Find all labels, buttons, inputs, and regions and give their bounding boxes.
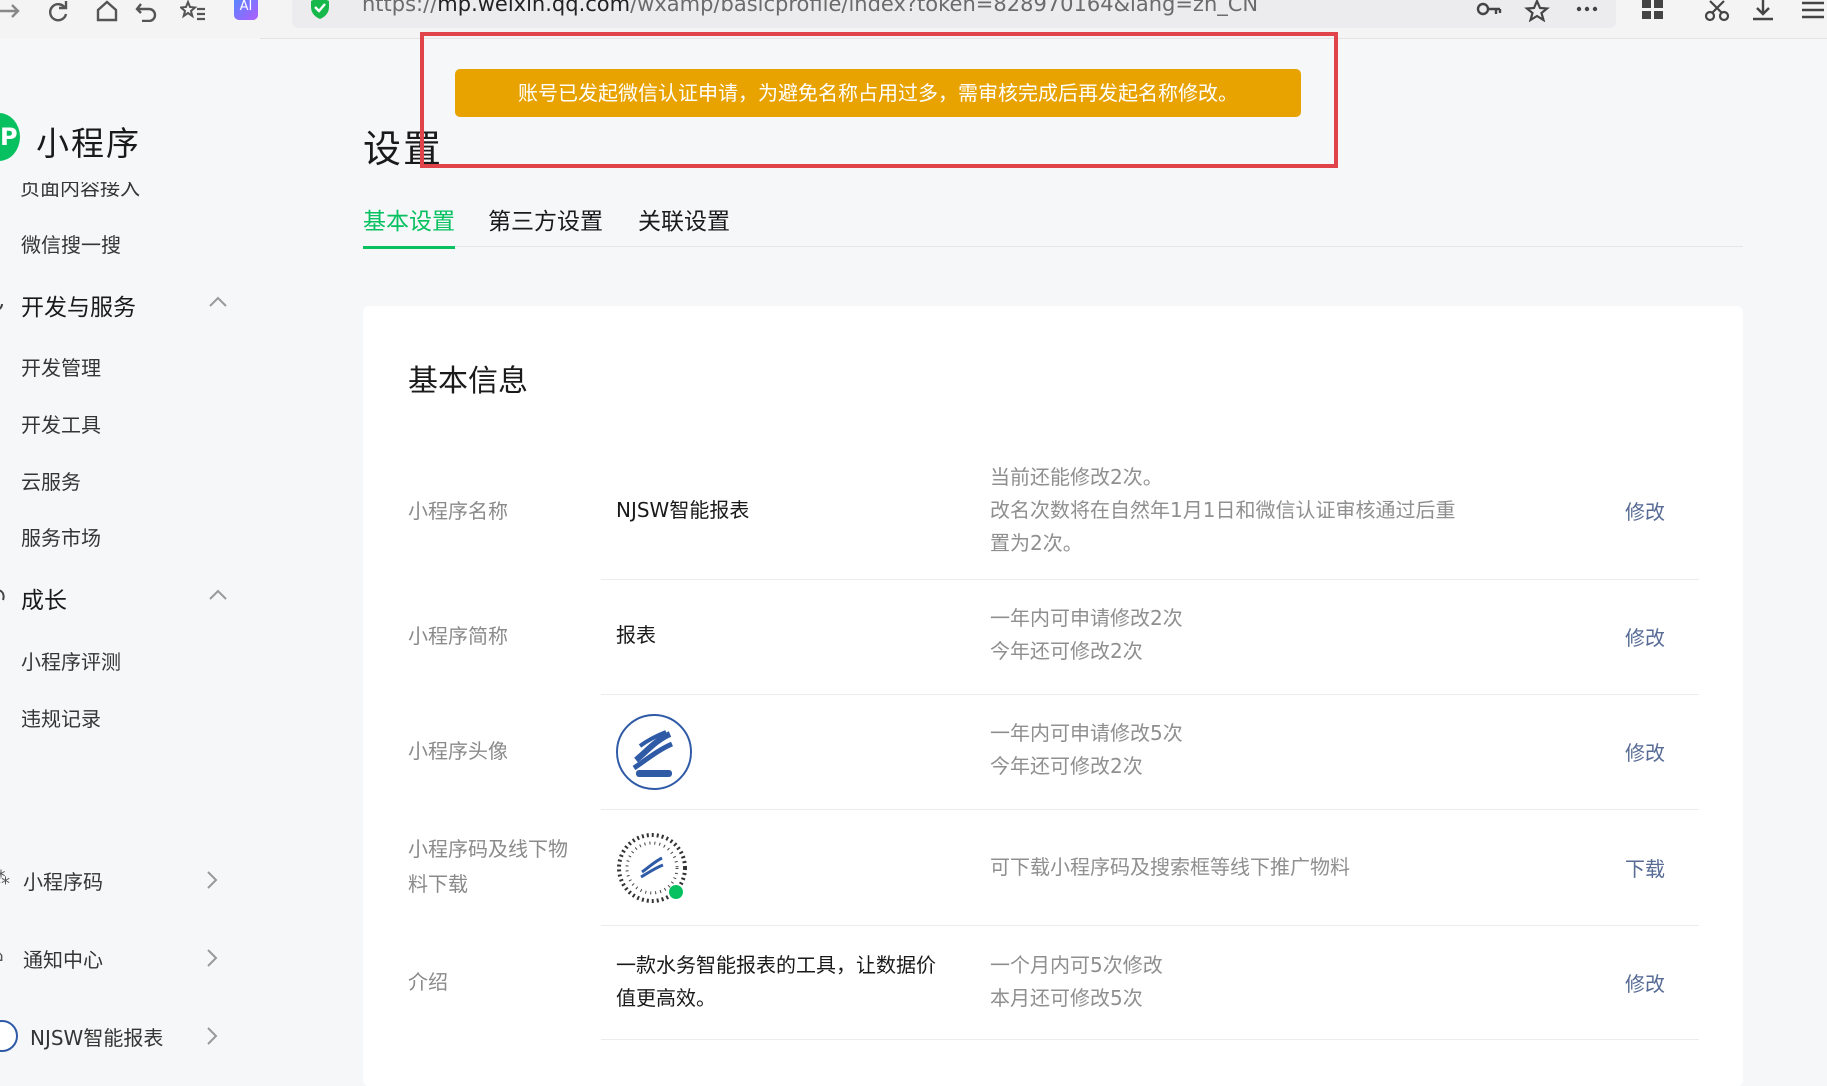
tab-third-party-settings[interactable]: 第三方设置 xyxy=(488,202,603,246)
chevron-right-icon[interactable] xyxy=(201,947,223,969)
row-value-intro: 一款水务智能报表的工具，让数据价 值更高效。 xyxy=(616,949,936,1015)
desc-line: 今年还可修改2次 xyxy=(990,639,1143,663)
apps-grid-icon[interactable] xyxy=(1640,0,1666,22)
chevron-right-icon[interactable] xyxy=(201,869,223,891)
modify-intro-link[interactable]: 修改 xyxy=(1625,968,1665,997)
desc-line: 今年还可修改2次 xyxy=(990,754,1143,778)
row-desc-name: 当前还能修改2次。 改名次数将在自然年1月1日和微信认证审核通过后重 置为2次。 xyxy=(990,461,1500,560)
sidebar-group-dev-service[interactable]: 开发与服务 xyxy=(21,288,136,322)
row-divider xyxy=(601,694,1699,695)
desc-line: 本月还可修改5次 xyxy=(990,986,1143,1010)
undo-icon[interactable] xyxy=(134,0,160,23)
value-line: 一款水务智能报表的工具，让数据价 xyxy=(616,953,936,977)
label-line: 小程序码及线下物 xyxy=(408,837,568,861)
row-label-avatar: 小程序头像 xyxy=(408,739,508,763)
row-desc-short-name: 一年内可申请修改2次 今年还可修改2次 xyxy=(990,602,1500,668)
growth-icon xyxy=(0,586,8,606)
sidebar-group-growth[interactable]: 成长 xyxy=(21,581,67,615)
row-divider xyxy=(601,579,1699,580)
desc-line: 可下载小程序码及搜索框等线下推广物料 xyxy=(990,855,1350,879)
annotation-highlight-box xyxy=(420,32,1338,168)
row-label-short-name: 小程序简称 xyxy=(408,624,508,648)
row-desc-avatar: 一年内可申请修改5次 今年还可修改2次 xyxy=(990,717,1500,783)
brand-name: 小程序 xyxy=(36,124,141,163)
chevron-right-icon[interactable] xyxy=(201,1025,223,1047)
desc-line: 置为2次。 xyxy=(990,531,1083,555)
sidebar-item-qrcode[interactable]: 小程序码 xyxy=(23,866,103,895)
modify-short-name-link[interactable]: 修改 xyxy=(1625,622,1665,651)
row-value-name: NJSW智能报表 xyxy=(616,498,750,522)
sidebar-item-dev-tools[interactable]: 开发工具 xyxy=(21,409,101,438)
desc-line: 一个月内可5次修改 xyxy=(990,953,1163,977)
secure-shield-icon xyxy=(308,0,332,20)
bell-icon: ⌂ xyxy=(0,945,3,966)
password-key-icon[interactable] xyxy=(1476,0,1502,22)
desc-line: 一年内可申请修改5次 xyxy=(990,721,1183,745)
miniprogram-qrcode-image xyxy=(616,832,688,904)
menu-icon[interactable] xyxy=(1800,0,1826,22)
row-desc-qrcode: 可下载小程序码及搜索框等线下推广物料 xyxy=(990,851,1500,884)
chevron-up-icon[interactable] xyxy=(207,585,229,607)
row-divider xyxy=(601,925,1699,926)
ai-assistant-icon[interactable]: AI xyxy=(234,0,258,20)
sidebar-account-name[interactable]: NJSW智能报表 xyxy=(30,1022,163,1051)
sidebar-item-notifications[interactable]: 通知中心 xyxy=(23,944,103,973)
row-label-qrcode: 小程序码及线下物 料下载 xyxy=(408,832,568,902)
sidebar-item-wechat-search[interactable]: 微信搜一搜 xyxy=(21,229,121,258)
sidebar-item-evaluation[interactable]: 小程序评测 xyxy=(21,646,121,675)
row-divider xyxy=(601,809,1699,810)
download-icon[interactable] xyxy=(1750,0,1776,22)
home-icon[interactable] xyxy=(94,0,120,22)
tab-linked-settings[interactable]: 关联设置 xyxy=(638,202,730,246)
row-divider xyxy=(601,1039,1699,1040)
settings-tabs: 基本设置 第三方设置 关联设置 xyxy=(363,202,1743,249)
more-options-icon[interactable] xyxy=(1574,0,1600,22)
chevron-up-icon[interactable] xyxy=(207,292,229,314)
basic-info-card: 基本信息 小程序名称 NJSW智能报表 当前还能修改2次。 改名次数将在自然年1… xyxy=(363,306,1743,1086)
row-value-short-name: 报表 xyxy=(616,623,656,647)
sidebar-item-violations[interactable]: 违规记录 xyxy=(21,703,101,732)
row-label-intro: 介绍 xyxy=(408,970,448,994)
modify-name-link[interactable]: 修改 xyxy=(1625,496,1665,525)
dev-service-icon xyxy=(0,294,8,314)
sidebar-item-service-market[interactable]: 服务市场 xyxy=(21,522,101,551)
desc-line: 当前还能修改2次。 xyxy=(990,465,1163,489)
sidebar-item-dev-manage[interactable]: 开发管理 xyxy=(21,352,101,381)
value-line: 值更高效。 xyxy=(616,986,716,1010)
modify-avatar-link[interactable]: 修改 xyxy=(1625,737,1665,766)
qrcode-icon: ⁂ xyxy=(0,868,10,889)
download-qrcode-link[interactable]: 下载 xyxy=(1625,853,1665,882)
reload-icon[interactable] xyxy=(46,0,72,22)
row-desc-intro: 一个月内可5次修改 本月还可修改5次 xyxy=(990,949,1500,1015)
card-title: 基本信息 xyxy=(408,364,528,399)
url-text[interactable]: https://mp.weixin.qq.com/wxamp/basicprof… xyxy=(362,0,1258,16)
tab-basic-settings[interactable]: 基本设置 xyxy=(363,202,455,249)
label-line: 料下载 xyxy=(408,872,468,896)
favorites-list-icon[interactable] xyxy=(178,0,206,22)
screenshot-scissors-icon[interactable] xyxy=(1704,0,1730,22)
desc-line: 改名次数将在自然年1月1日和微信认证审核通过后重 xyxy=(990,498,1456,522)
forward-icon[interactable] xyxy=(0,0,24,22)
row-label-name: 小程序名称 xyxy=(408,499,508,523)
bookmark-star-icon[interactable] xyxy=(1524,0,1550,23)
desc-line: 一年内可申请修改2次 xyxy=(990,606,1183,630)
sidebar-item-cloud-service[interactable]: 云服务 xyxy=(21,466,81,495)
miniprogram-avatar-image xyxy=(616,714,692,790)
